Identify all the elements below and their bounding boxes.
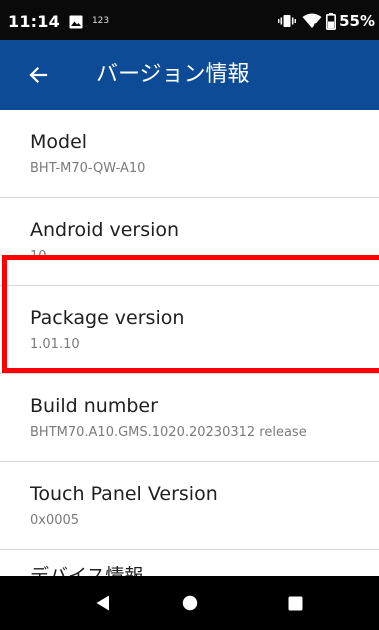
vibrate-icon [278,13,297,29]
list-item-model[interactable]: Model BHT-M70-QW-A10 [0,110,379,198]
list-item-value: BHTM70.A10.GMS.1020.20230312 release [30,425,307,440]
recents-square-icon [288,596,302,610]
list-item-touch-panel-version[interactable]: Touch Panel Version 0x0005 [0,462,379,550]
home-circle-icon [182,595,198,611]
list-item-value: 0x0005 [30,513,80,528]
list-item-title: Package version [30,307,185,329]
nav-back-button[interactable] [92,592,114,614]
navigation-bar [0,576,379,630]
back-triangle-icon [96,595,109,611]
list-item-title: Model [30,131,88,153]
svg-text:6: 6 [314,23,318,30]
list-item-device-info[interactable]: デバイス情報 [0,550,379,576]
status-right: 6 55% [278,10,375,32]
status-bar: 11:14 123 6 55% [0,0,379,40]
nav-recents-button[interactable] [284,592,306,614]
list-item-value: 1.01.10 [30,337,80,352]
device-screen: 11:14 123 6 55% バージョン情報 Model BHT-M70-QW… [0,0,379,630]
page-title: バージョン情報 [96,62,250,87]
status-time: 11:14 [8,11,60,31]
notification-badge-text: 123 [91,16,110,26]
nav-home-button[interactable] [179,592,201,614]
arrow-left-icon [29,66,48,84]
content-frame: 11:14 123 6 55% バージョン情報 Model BHT-M70-QW… [0,0,379,630]
wifi-icon: 6 [302,13,322,29]
back-button[interactable] [20,57,56,93]
app-bar: バージョン情報 [0,40,379,110]
image-notification-icon [69,14,83,29]
list-item-build-number[interactable]: Build number BHTM70.A10.GMS.1020.2023031… [0,374,379,462]
status-left: 11:14 123 [8,10,109,32]
list-item-value: 10 [30,249,47,264]
list-item-android-version[interactable]: Android version 10 [0,198,379,286]
list-item-title: Build number [30,395,158,417]
battery-icon [326,12,337,30]
list-item-title: Touch Panel Version [30,483,218,505]
list-item-title: Android version [30,219,180,241]
list-item-value: BHT-M70-QW-A10 [30,161,146,176]
list-item-package-version[interactable]: Package version 1.01.10 [0,286,379,374]
list-item-title: デバイス情報 [30,565,144,576]
battery-percentage: 55% [339,12,375,30]
settings-list: Model BHT-M70-QW-A10 Android version 10 … [0,110,379,576]
